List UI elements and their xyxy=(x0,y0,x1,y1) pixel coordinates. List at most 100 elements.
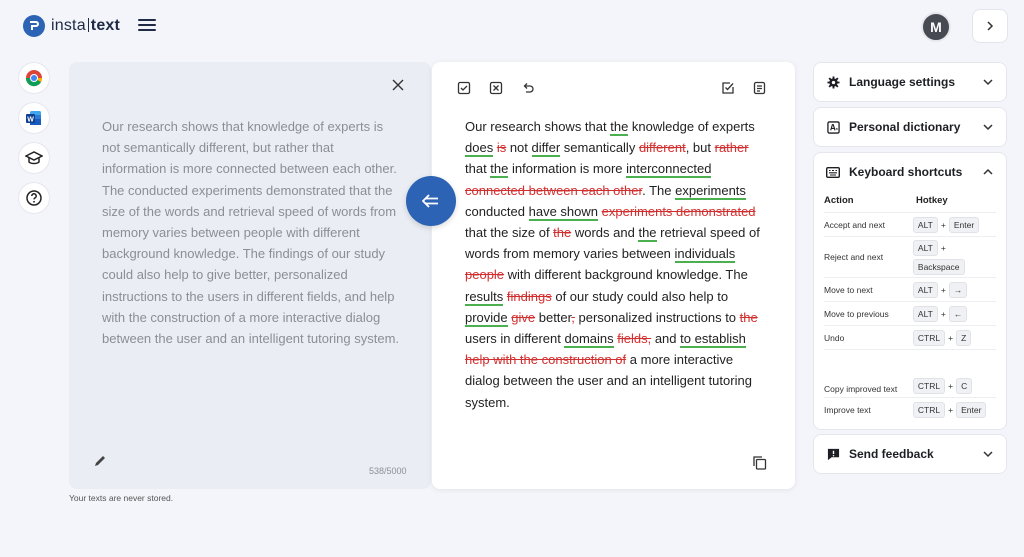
key-cap: CTRL xyxy=(912,401,946,418)
suggested-deletion[interactable]: give xyxy=(511,310,535,325)
suggested-insertion[interactable]: the xyxy=(610,119,629,136)
shortcut-row: Reject and next ALT + Backspace xyxy=(824,236,996,277)
text-segment: with different background knowledge. The xyxy=(504,267,748,283)
suggested-insertion[interactable]: differ xyxy=(531,140,561,158)
personal-dictionary-card[interactable]: Personal dictionary xyxy=(813,107,1007,147)
suggested-deletion[interactable]: connected between each other xyxy=(465,183,642,198)
suggested-deletion[interactable]: fields, xyxy=(617,331,651,346)
brand-name-part1: insta xyxy=(51,17,86,34)
language-settings-card[interactable]: Language settings xyxy=(813,62,1007,102)
text-segment: better xyxy=(535,309,572,325)
text-segment: words and xyxy=(571,225,639,241)
dictionary-icon xyxy=(826,120,840,134)
shortcut-keys: CTRL + Z xyxy=(912,329,996,346)
suggested-insertion[interactable]: does xyxy=(465,140,494,158)
suggested-insertion[interactable]: have shown xyxy=(528,203,598,221)
word-addin-button[interactable]: W xyxy=(18,102,50,134)
collapse-sidebar-button[interactable] xyxy=(972,9,1008,43)
key-cap: ALT xyxy=(912,216,938,233)
text-segment: users in different xyxy=(465,331,565,347)
menu-icon[interactable] xyxy=(138,19,156,33)
suggested-insertion[interactable]: interconnected xyxy=(626,161,712,179)
text-segment: . The xyxy=(642,182,676,198)
suggested-deletion[interactable]: findings xyxy=(507,289,552,304)
suggested-insertion[interactable]: experiments xyxy=(675,182,746,200)
shortcut-keys: CTRL + Enter xyxy=(912,401,996,418)
text-segment: knowledge of experts xyxy=(628,119,755,134)
keyboard-shortcuts-card[interactable]: Keyboard shortcuts Action Hotkey Accept … xyxy=(813,152,1007,430)
undo-button[interactable] xyxy=(520,80,536,96)
shortcuts-table: Action Hotkey Accept and next ALT + Enter Re… xyxy=(814,191,1006,429)
shortcut-row: Move to previous ALT + ← xyxy=(824,301,996,325)
text-segment: semantically xyxy=(560,140,639,156)
clear-input-button[interactable] xyxy=(389,78,407,96)
suggested-deletion[interactable]: rather xyxy=(715,140,749,155)
shortcut-row: Copy improved text CTRL + C xyxy=(824,349,996,397)
accept-changes-button[interactable] xyxy=(720,80,736,96)
reject-all-button[interactable] xyxy=(488,80,504,96)
plus-sign: + xyxy=(948,332,954,343)
suggested-deletion[interactable]: is xyxy=(497,140,506,155)
checkbox-checked-icon xyxy=(457,81,471,95)
character-counter: 538/5000 xyxy=(369,466,407,476)
keyboard-shortcuts-title: Keyboard shortcuts xyxy=(849,165,963,179)
key-cap: ALT xyxy=(912,281,938,298)
suggested-insertion[interactable]: provide xyxy=(465,309,508,327)
education-button[interactable] xyxy=(18,142,50,174)
arrow-left-icon xyxy=(422,194,438,208)
suggested-insertion[interactable]: individuals xyxy=(674,246,736,264)
send-feedback-card[interactable]: Send feedback xyxy=(813,434,1007,474)
brand-name-part2: text xyxy=(90,17,121,34)
chrome-extension-button[interactable] xyxy=(18,62,50,94)
shortcut-row: Undo CTRL + Z xyxy=(824,325,996,349)
checklist-icon xyxy=(722,82,734,94)
word-icon: W xyxy=(26,111,41,125)
suggested-deletion[interactable]: different xyxy=(639,140,686,155)
accept-all-button[interactable] xyxy=(456,80,472,96)
language-settings-title: Language settings xyxy=(849,75,956,89)
shortcut-keys: ALT + Backspace xyxy=(912,239,996,275)
plus-sign: + xyxy=(940,284,946,295)
send-feedback-title: Send feedback xyxy=(849,447,934,461)
key-cap: ALT xyxy=(912,239,938,256)
suggested-insertion[interactable]: the xyxy=(638,225,657,243)
text-segment: that xyxy=(465,161,491,177)
personal-dictionary-title: Personal dictionary xyxy=(849,120,961,134)
brand-logo[interactable]: insta text xyxy=(23,15,120,37)
suggested-deletion[interactable]: the xyxy=(740,310,758,325)
chevron-right-icon xyxy=(987,21,994,31)
avatar[interactable]: M xyxy=(921,12,951,42)
shortcut-action: Copy improved text xyxy=(824,384,898,394)
suggested-insertion[interactable]: domains xyxy=(564,331,614,349)
key-cap: → xyxy=(948,281,968,298)
shortcut-keys: ALT + ← xyxy=(912,305,996,322)
improve-text-button[interactable] xyxy=(406,176,456,226)
notes-button[interactable] xyxy=(752,80,768,96)
output-panel: Our research shows that the knowledge of… xyxy=(432,62,795,489)
suggested-deletion[interactable]: help with the construction of xyxy=(465,352,626,367)
input-textarea[interactable]: Our research shows that knowledge of exp… xyxy=(102,116,400,349)
copy-button[interactable] xyxy=(752,455,768,471)
key-cap: ← xyxy=(948,305,968,322)
shortcut-action: Move to next xyxy=(824,284,873,295)
improved-text[interactable]: Our research shows that the knowledge of… xyxy=(465,116,765,413)
privacy-note: Your texts are never stored. xyxy=(69,493,174,503)
edit-button[interactable] xyxy=(93,454,109,470)
copy-icon xyxy=(753,456,767,470)
shortcut-action: Accept and next xyxy=(824,219,885,230)
suggested-deletion[interactable]: the xyxy=(553,225,571,240)
notes-icon xyxy=(753,81,766,95)
suggested-insertion[interactable]: results xyxy=(465,288,504,306)
help-button[interactable] xyxy=(18,182,50,214)
gear-icon xyxy=(826,75,840,89)
suggested-deletion[interactable]: people xyxy=(465,267,504,282)
text-segment: of our study could also help to xyxy=(551,288,729,304)
text-segment: Our research shows that xyxy=(465,119,611,134)
key-cap: ALT xyxy=(912,305,938,322)
suggested-insertion[interactable]: to establish xyxy=(680,331,746,349)
suggested-deletion[interactable]: experiments demonstrated xyxy=(602,204,756,219)
text-segment: information is more xyxy=(508,161,627,177)
suggested-insertion[interactable]: the xyxy=(490,161,509,179)
key-cap: C xyxy=(956,378,973,394)
action-column-header: Action xyxy=(824,195,854,206)
